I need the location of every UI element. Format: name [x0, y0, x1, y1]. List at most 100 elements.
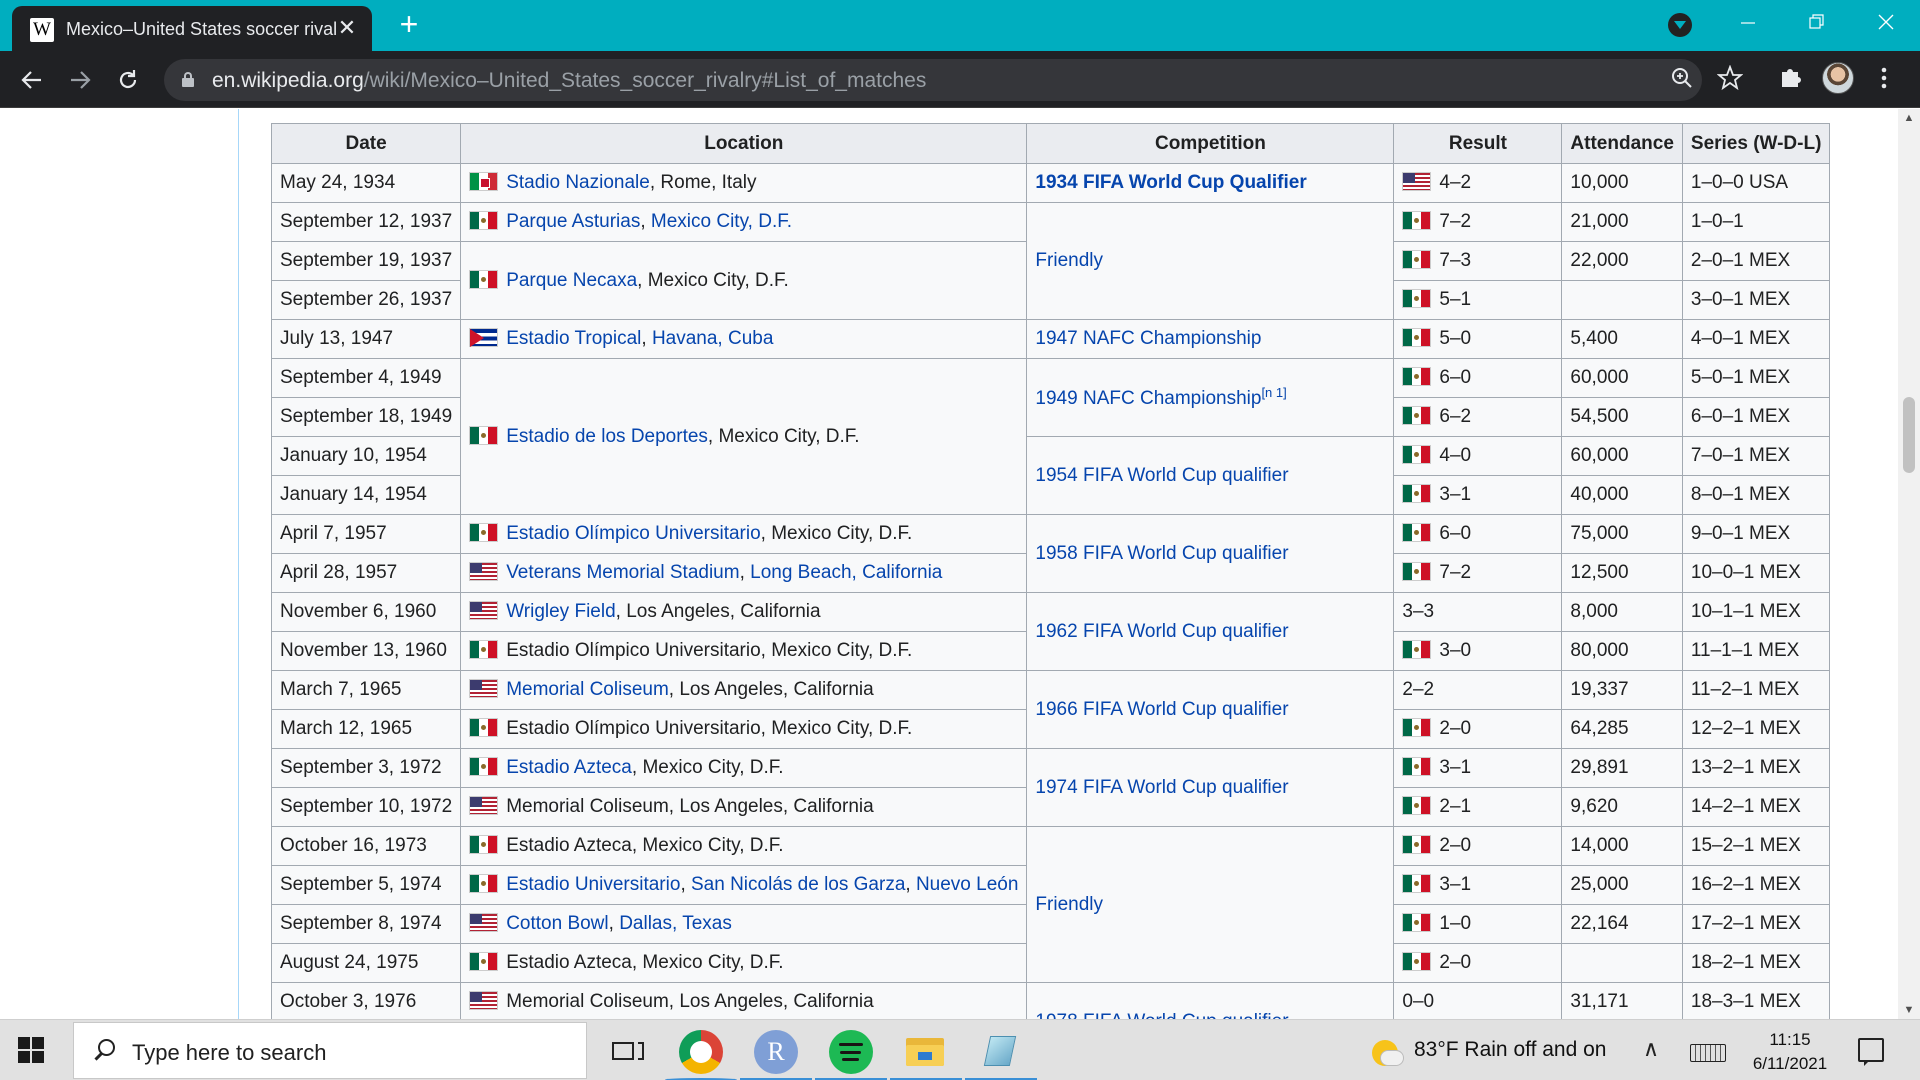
usa-flag-icon [469, 991, 499, 1010]
weather-icon[interactable] [1372, 1040, 1404, 1066]
state-link[interactable]: Nuevo León [916, 874, 1018, 895]
zoom-icon[interactable] [1668, 66, 1696, 94]
stadium-link[interactable]: Parque Asturias [506, 211, 640, 232]
restore-icon[interactable] [1800, 8, 1834, 42]
match-attendance [1561, 943, 1683, 983]
mex-flag-icon [1402, 718, 1432, 737]
city-link[interactable]: San Nicolás de los Garza [691, 874, 905, 895]
match-date: September 26, 1937 [270, 280, 462, 320]
header-result[interactable]: Result [1393, 123, 1563, 164]
match-location: Stadio Nazionale, Rome, Italy [460, 163, 1028, 203]
puzzle-icon[interactable] [1776, 63, 1806, 93]
reload-icon[interactable] [110, 62, 146, 98]
table-row: April 7, 1957 Estadio Olímpico Universita… [270, 514, 1831, 593]
stadium-link[interactable]: Cotton Bowl [506, 913, 608, 934]
stadium-link[interactable]: Wrigley Field [506, 601, 615, 622]
star-icon[interactable] [1716, 64, 1744, 93]
location-text: , Mexico City, D.F. [631, 757, 784, 778]
competition-link[interactable]: 1954 FIFA World Cup qualifier [1035, 465, 1288, 486]
stadium-link[interactable]: Memorial Coliseum [506, 679, 669, 700]
minimize-icon[interactable] [1731, 8, 1765, 42]
stadium-link[interactable]: Parque Necaxa [506, 270, 637, 291]
spotify-icon[interactable] [815, 1030, 887, 1080]
r-app-icon[interactable]: R [740, 1030, 812, 1080]
usa-flag-icon [469, 796, 499, 815]
windows-start-icon[interactable] [18, 1037, 44, 1063]
url-text[interactable]: en.wikipedia.org/wiki/Mexico–United_Stat… [212, 69, 926, 93]
city-link[interactable]: Dallas, Texas [619, 913, 732, 934]
footnote-link[interactable]: [n 1] [1261, 385, 1286, 400]
task-view-icon[interactable] [606, 1030, 650, 1074]
mex-flag-icon [469, 874, 499, 893]
header-competition[interactable]: Competition [1026, 123, 1395, 164]
page-scrollbar[interactable]: ▲ ▼ [1898, 109, 1920, 1019]
match-attendance: 80,000 [1561, 631, 1683, 671]
weather-text[interactable]: 83°F Rain off and on [1414, 1038, 1606, 1062]
address-bar[interactable]: en.wikipedia.org/wiki/Mexico–United_Stat… [164, 59, 1702, 101]
competition-link[interactable]: Friendly [1035, 894, 1103, 915]
match-location: Parque Necaxa, Mexico City, D.F. [460, 241, 1028, 320]
window-close-icon[interactable] [1869, 8, 1903, 42]
stadium-link[interactable]: Estadio Tropical [506, 328, 641, 349]
city-link[interactable]: Mexico City, D.F. [651, 211, 792, 232]
notification-icon[interactable] [1858, 1038, 1884, 1066]
match-attendance: 60,000 [1561, 358, 1683, 398]
avatar[interactable] [1822, 62, 1854, 94]
competition-link[interactable]: 1949 NAFC Championship [1035, 388, 1261, 409]
stadium-link[interactable]: Estadio de los Deportes [506, 426, 708, 447]
mex-flag-icon [1402, 523, 1432, 542]
file-explorer-icon[interactable] [890, 1030, 962, 1080]
back-arrow-icon[interactable] [14, 62, 50, 98]
match-result: 7–3 [1393, 241, 1563, 281]
match-competition: Friendly [1026, 826, 1395, 983]
city-link[interactable]: Havana, Cuba [652, 328, 773, 349]
mex-flag-icon [1402, 367, 1432, 386]
tab-search-icon[interactable] [1668, 13, 1692, 37]
notes-app-icon[interactable] [965, 1030, 1037, 1080]
match-attendance: 29,891 [1561, 748, 1683, 788]
series-record: 10–1–1 MEX [1681, 592, 1831, 632]
lock-icon[interactable] [182, 72, 194, 87]
stadium-link[interactable]: Estadio Universitario [506, 874, 680, 895]
forward-arrow-icon[interactable] [62, 62, 98, 98]
scroll-thumb[interactable] [1903, 397, 1915, 473]
competition-link[interactable]: 1962 FIFA World Cup qualifier [1035, 621, 1288, 642]
scroll-down-icon[interactable]: ▼ [1898, 1001, 1920, 1019]
chrome-icon[interactable] [665, 1030, 737, 1080]
match-location: Estadio Olímpico Universitario, Mexico C… [460, 631, 1028, 671]
header-attendance[interactable]: Attendance [1561, 123, 1683, 164]
tab-title: Mexico–United States soccer rivalry [66, 19, 336, 39]
competition-link[interactable]: 1978 FIFA World Cup qualifier [1035, 1011, 1288, 1020]
mex-flag-icon [469, 211, 499, 230]
city-link[interactable]: Long Beach, California [750, 562, 942, 583]
competition-link[interactable]: 1947 NAFC Championship [1035, 328, 1261, 349]
scroll-up-icon[interactable]: ▲ [1898, 109, 1920, 127]
result-score: 2–0 [1439, 952, 1472, 973]
series-record: 18–3–1 MEX [1681, 982, 1831, 1019]
competition-link[interactable]: 1974 FIFA World Cup qualifier [1035, 777, 1288, 798]
match-result: 6–0 [1393, 358, 1563, 398]
competition-link[interactable]: 1934 FIFA World Cup Qualifier [1035, 172, 1306, 193]
stadium-link[interactable]: Veterans Memorial Stadium [506, 562, 739, 583]
match-date: April 28, 1957 [270, 553, 462, 593]
competition-link[interactable]: Friendly [1035, 250, 1103, 271]
browser-tab[interactable]: W Mexico–United States soccer rivalry ✕ [12, 6, 372, 51]
keyboard-icon[interactable] [1690, 1044, 1726, 1062]
result-score: 0–0 [1402, 991, 1435, 1012]
header-date[interactable]: Date [270, 123, 462, 164]
header-series[interactable]: Series (W-D-L) [1681, 123, 1831, 164]
menu-icon[interactable] [1872, 62, 1896, 94]
new-tab-button[interactable]: + [392, 8, 426, 42]
search-placeholder: Type here to search [132, 1040, 327, 1065]
match-date: March 12, 1965 [270, 709, 462, 749]
stadium-link[interactable]: Estadio Olímpico Universitario [506, 523, 760, 544]
taskbar-search-input[interactable]: Type here to search [73, 1022, 587, 1079]
competition-link[interactable]: 1958 FIFA World Cup qualifier [1035, 543, 1288, 564]
clock[interactable]: 11:15 6/11/2021 [1740, 1028, 1840, 1076]
stadium-link[interactable]: Stadio Nazionale [506, 172, 650, 193]
tray-chevron-up-icon[interactable]: ∧ [1638, 1036, 1664, 1062]
header-location[interactable]: Location [460, 123, 1028, 164]
stadium-link[interactable]: Estadio Azteca [506, 757, 632, 778]
tab-close-icon[interactable]: ✕ [334, 15, 360, 41]
competition-link[interactable]: 1966 FIFA World Cup qualifier [1035, 699, 1288, 720]
